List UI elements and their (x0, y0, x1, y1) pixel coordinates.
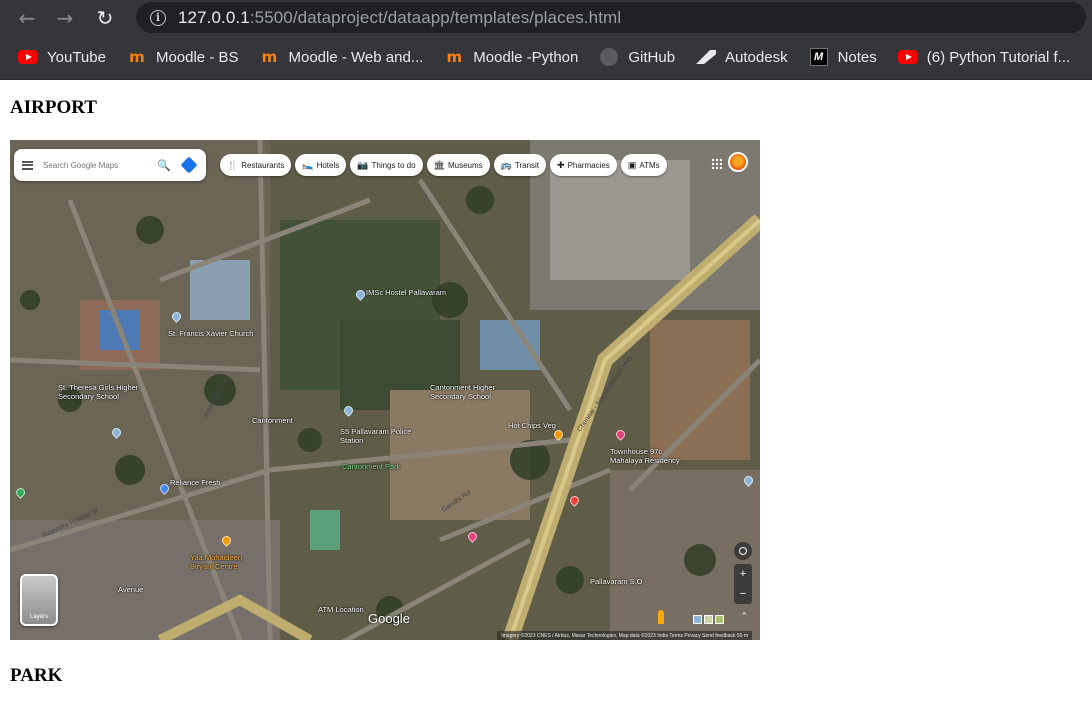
map-label-yaa-mohaideen[interactable]: Yaa Mohaideen Biryani Centre (190, 553, 242, 571)
bookmark-github[interactable]: GitHub (598, 48, 676, 66)
chip-transit[interactable]: 🚌 Transit (493, 154, 547, 176)
bookmark-autodesk[interactable]: Autodesk (695, 49, 788, 66)
street-view-pegman-icon[interactable] (658, 610, 664, 624)
restaurant-icon: 🍴 (227, 159, 239, 170)
map-search-box[interactable]: 🔍 (14, 149, 206, 181)
url-text[interactable]: 127.0.0.1:5500/dataproject/dataapp/templ… (178, 8, 621, 28)
my-location-icon[interactable] (734, 542, 752, 560)
map-label-pallavaram-so[interactable]: Pallavaram S.O (590, 577, 643, 587)
bookmark-label: YouTube (47, 48, 106, 66)
moodle-icon: m (129, 47, 145, 66)
map-label-cantonment-park[interactable]: Cantonment Park (342, 462, 400, 472)
chip-museums[interactable]: 🏛 Museums (426, 154, 490, 176)
map-label-hot-chips[interactable]: Hot Chips Veg (508, 421, 556, 431)
chip-label: Transit (514, 160, 540, 170)
bookmark-label: Autodesk (725, 48, 788, 66)
site-info-icon[interactable]: i (150, 9, 166, 26)
url-host: 127.0.0.1 (178, 7, 250, 27)
zoom-controls: + − (734, 564, 752, 604)
chip-things-to-do[interactable]: 📷 Things to do (350, 154, 423, 176)
address-bar[interactable]: i 127.0.0.1:5500/dataproject/dataapp/tem… (136, 2, 1086, 33)
chip-restaurants[interactable]: 🍴 Restaurants (220, 154, 292, 176)
map-label-cantonment[interactable]: Cantonment (252, 416, 293, 426)
map-label-avenue[interactable]: Avenue (118, 585, 143, 595)
profile-avatar-icon[interactable] (728, 152, 748, 172)
map-label-st-francis[interactable]: St. Francis Xavier Church (168, 329, 253, 339)
category-chips: 🍴 Restaurants 🛌 Hotels 📷 Things to do 🏛 Muse… (220, 154, 671, 176)
bookmarks-bar: YouTube m Moodle - BS m Moodle - Web and… (0, 35, 1092, 80)
expand-icon[interactable]: ⌃ (740, 612, 748, 622)
bookmark-moodle-web[interactable]: m Moodle - Web and... (259, 49, 424, 66)
directions-icon[interactable] (180, 156, 198, 174)
notes-icon: M (808, 48, 830, 66)
pharmacy-icon: ✚ (557, 159, 565, 170)
map-label-police-station[interactable]: S5 Pallavaram Police Station (340, 427, 411, 445)
heading-airport: AIRPORT (10, 97, 97, 118)
atm-icon: ▣ (627, 159, 637, 170)
museum-icon: 🏛 (433, 159, 445, 170)
layers-button[interactable]: Layers (20, 574, 58, 626)
reload-icon[interactable]: ↻ (90, 3, 120, 33)
bookmark-notes[interactable]: M Notes (808, 48, 877, 66)
bookmark-label: Notes (837, 48, 877, 66)
map-type-thumbnails[interactable] (693, 615, 724, 624)
hotel-icon: 🛌 (302, 159, 314, 170)
youtube-icon (897, 49, 919, 65)
transit-icon: 🚌 (500, 159, 512, 170)
layers-label: Layers (29, 614, 48, 620)
chip-hotels[interactable]: 🛌 Hotels (295, 154, 347, 176)
chip-atms[interactable]: ▣ ATMs (620, 154, 667, 176)
moodle-icon: m (261, 47, 278, 66)
github-icon (598, 48, 620, 66)
chip-label: Things to do (371, 160, 416, 170)
map-search-input[interactable] (43, 160, 155, 170)
map-label-st-theresa[interactable]: St. Theresa Girls Higher Secondary Schoo… (58, 383, 138, 401)
things-to-do-icon: 📷 (357, 159, 369, 170)
forward-arrow-icon[interactable]: → (50, 3, 80, 33)
bookmark-youtube[interactable]: YouTube (17, 49, 106, 66)
search-icon[interactable]: 🔍 (157, 159, 171, 172)
google-logo: Google (368, 611, 410, 626)
embedded-map[interactable]: IMSc Hostel Pallavaram St. Francis Xavie… (10, 140, 760, 640)
chip-label: ATMs (639, 160, 660, 170)
chip-label: Hotels (316, 160, 340, 170)
bookmark-moodle-python[interactable]: m Moodle -Python (443, 49, 578, 66)
bookmark-label: GitHub (628, 48, 676, 66)
zoom-out-button[interactable]: − (734, 584, 752, 604)
bookmark-python-tutorial[interactable]: (6) Python Tutorial f... (897, 49, 1070, 66)
chip-label: Restaurants (241, 160, 285, 170)
bookmark-label: (6) Python Tutorial f... (926, 48, 1071, 66)
back-arrow-icon[interactable]: ← (12, 3, 42, 33)
map-label-townhouse[interactable]: Townhouse 97c Mahalaya Residency (610, 447, 680, 465)
bookmark-label: Moodle - Web and... (288, 48, 424, 66)
browser-toolbar: ← → ↻ i 127.0.0.1:5500/dataproject/dataa… (0, 0, 1092, 35)
zoom-in-button[interactable]: + (734, 564, 752, 584)
map-attribution: Imagery ©2023 CNES / Airbus, Maxar Techn… (497, 631, 752, 640)
apps-grid-icon[interactable] (711, 158, 722, 169)
url-path: :5500/dataproject/dataapp/templates/plac… (249, 7, 622, 27)
map-label-cantonment-school[interactable]: Cantonment Higher Secondary School (430, 383, 495, 401)
chip-pharmacies[interactable]: ✚ Pharmacies (550, 154, 617, 176)
menu-icon[interactable] (22, 160, 33, 170)
youtube-icon (17, 49, 39, 65)
bookmark-moodle-bs[interactable]: m Moodle - BS (126, 47, 239, 66)
chip-label: Pharmacies (567, 160, 610, 170)
map-label-reliance-fresh[interactable]: Reliance Fresh (170, 478, 220, 488)
chip-label: Museums (447, 160, 483, 170)
map-label-atm-location[interactable]: ATM Location (318, 605, 364, 615)
map-label-imsc-hostel[interactable]: IMSc Hostel Pallavaram (366, 288, 446, 298)
bookmark-label: Moodle - BS (155, 48, 239, 66)
autodesk-icon (695, 49, 717, 65)
heading-park: PARK (10, 665, 63, 686)
moodle-icon: m (446, 47, 463, 66)
bookmark-label: Moodle -Python (473, 48, 579, 66)
